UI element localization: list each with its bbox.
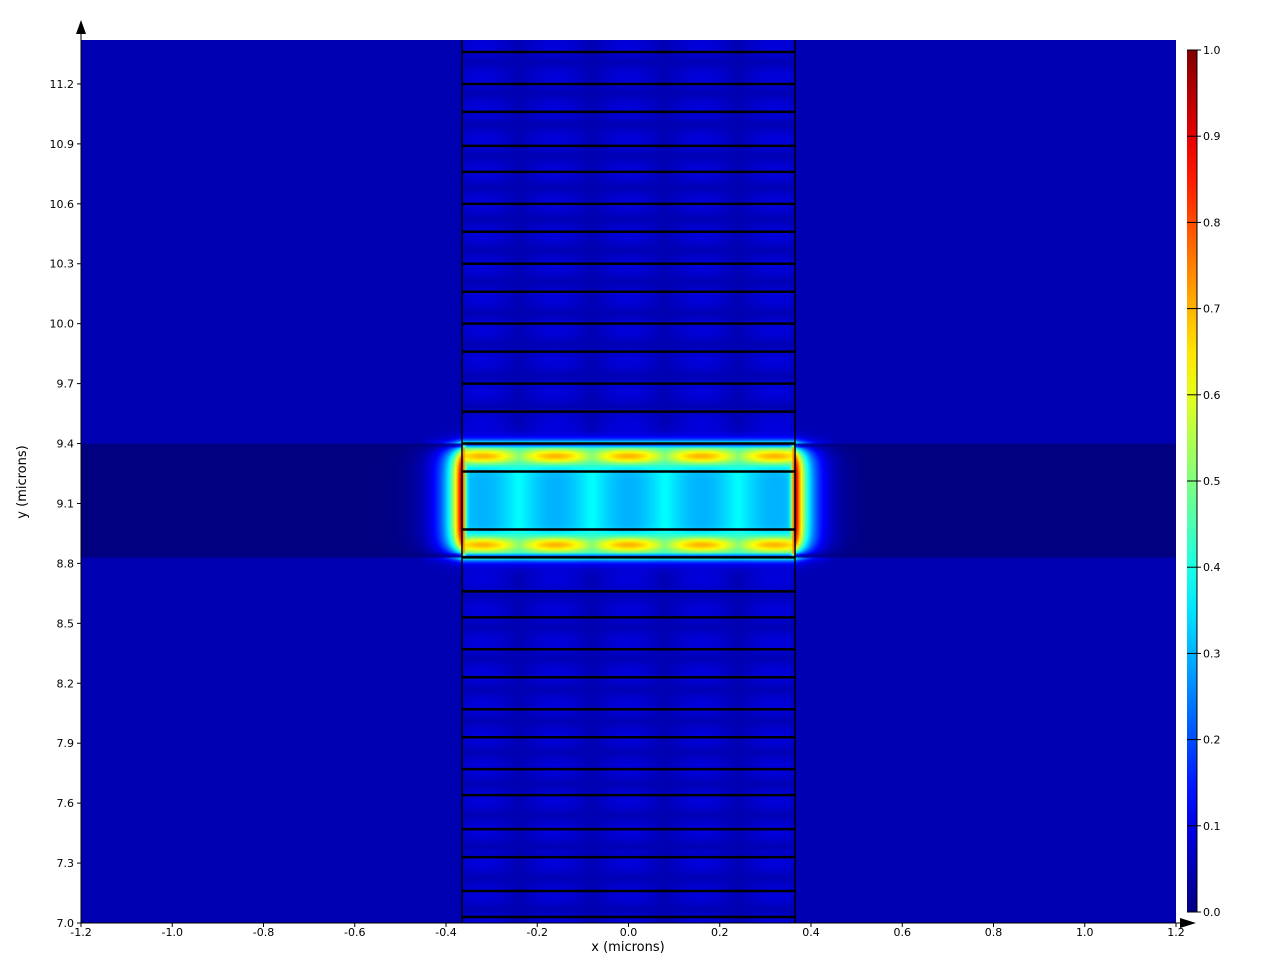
x-tick-label: -0.8 bbox=[253, 926, 274, 939]
x-tick-label: 0.4 bbox=[802, 926, 820, 939]
colorbar-tick-label: 0.7 bbox=[1203, 303, 1221, 316]
y-tick-label: 8.5 bbox=[57, 617, 75, 630]
colorbar-tick-label: 0.1 bbox=[1203, 820, 1221, 833]
y-tick-label: 10.3 bbox=[50, 258, 75, 271]
colorbar-tick-label: 0.9 bbox=[1203, 130, 1221, 143]
y-tick-label: 10.9 bbox=[50, 138, 75, 151]
y-tick-label: 7.6 bbox=[57, 797, 75, 810]
y-tick-label: 7.0 bbox=[57, 917, 75, 930]
x-tick-label: -1.0 bbox=[162, 926, 183, 939]
y-tick-label: 9.1 bbox=[57, 497, 75, 510]
x-tick-label: 0.8 bbox=[985, 926, 1003, 939]
colorbar-tick-label: 0.2 bbox=[1203, 734, 1221, 747]
y-tick-label: 9.7 bbox=[57, 378, 75, 391]
y-tick-label: 7.9 bbox=[57, 737, 75, 750]
colorbar-tick-label: 0.4 bbox=[1203, 561, 1221, 574]
x-tick-label: 0.2 bbox=[711, 926, 729, 939]
y-tick-label: 10.0 bbox=[50, 318, 75, 331]
x-tick-label: 1.0 bbox=[1076, 926, 1094, 939]
y-tick-label: 10.6 bbox=[50, 198, 75, 211]
y-ticks: 7.0 7.3 7.6 7.9 8.2 8.5 8.8 9.1 9.4 9.7 10.0 10.3 10… bbox=[50, 78, 81, 930]
colorbar-tick-label: 1.0 bbox=[1203, 44, 1221, 57]
x-axis-title: x (microns) bbox=[591, 940, 664, 955]
colorbar-tick-label: 0.3 bbox=[1203, 647, 1221, 660]
x-tick-label: 0.6 bbox=[894, 926, 912, 939]
y-tick-label: 11.2 bbox=[50, 78, 75, 91]
x-tick-label: 1.2 bbox=[1167, 926, 1185, 939]
colorbar-tick-label: 0.5 bbox=[1203, 475, 1221, 488]
y-tick-label: 7.3 bbox=[57, 857, 75, 870]
y-tick-label: 9.4 bbox=[57, 438, 75, 451]
x-tick-label: -0.2 bbox=[527, 926, 548, 939]
x-tick-label: -0.6 bbox=[344, 926, 365, 939]
y-axis-title: y (microns) bbox=[15, 445, 30, 518]
y-axis-arrow-icon bbox=[76, 20, 86, 34]
colorbar-tick-label: 0.6 bbox=[1203, 389, 1221, 402]
x-tick-label: -0.4 bbox=[435, 926, 456, 939]
colorbar-tick-label: 0.0 bbox=[1203, 906, 1221, 919]
colorbar-tick-label: 0.8 bbox=[1203, 216, 1221, 229]
y-tick-label: 8.2 bbox=[57, 677, 75, 690]
field-plot: -1.2 -1.0 -0.8 -0.6 -0.4 -0.2 0.0 0.2 0.4 0.6 0.8 1… bbox=[15, 20, 1221, 955]
x-ticks: -1.2 -1.0 -0.8 -0.6 -0.4 -0.2 0.0 0.2 0.4 0.6 0.8 1… bbox=[70, 923, 1185, 939]
y-tick-label: 8.8 bbox=[57, 557, 75, 570]
x-tick-label: 0.0 bbox=[620, 926, 638, 939]
colorbar: 0.0 0.1 0.2 0.3 0.4 0.5 0.6 0.7 0.8 0.9 1.0 bbox=[1187, 44, 1221, 919]
